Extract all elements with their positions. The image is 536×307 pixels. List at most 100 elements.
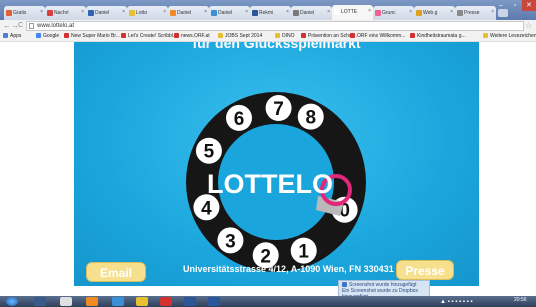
tab-5[interactable]: Daniel × [168, 6, 209, 20]
presse-button[interactable]: Presse [396, 260, 454, 280]
tab-close-icon[interactable]: × [245, 9, 248, 15]
tab-1[interactable]: Gratis × [4, 6, 45, 20]
bookmark-icon [275, 33, 280, 38]
tab-label: Daniel [218, 10, 233, 16]
logo-text: LOTTELO [207, 169, 333, 199]
tab-2[interactable]: Nachri × [45, 6, 86, 20]
tab-11[interactable]: Web.g × [414, 6, 455, 20]
taskbar-app-icon[interactable] [160, 297, 172, 306]
email-button[interactable]: Email [86, 262, 146, 282]
tab-label: Grunc [382, 10, 396, 16]
tab-favicon-icon [375, 10, 381, 16]
dial-number: 6 [234, 109, 245, 130]
bookmark-item[interactable]: ORF eins Willkomm... [350, 33, 405, 40]
dropbox-icon [342, 282, 347, 287]
bookmark-icon [350, 33, 355, 38]
tab-close-icon[interactable]: × [204, 9, 207, 15]
dropbox-notification[interactable]: Screenshot wurde hinzugefügt Ein Screens… [338, 280, 430, 300]
bookmark-star-icon[interactable]: ☆ [525, 21, 532, 30]
bookmark-item[interactable]: Weitere Lesezeichen [483, 33, 536, 40]
tab-favicon-icon [211, 10, 217, 16]
tab-close-icon[interactable]: × [122, 9, 125, 15]
bookmark-item[interactable]: Let's Create! Scribbl... [121, 33, 177, 40]
page-icon [29, 23, 34, 29]
tab-favicon-icon [416, 10, 422, 16]
bookmark-item[interactable]: New Super Mario Br... [64, 33, 120, 40]
url-text: www.lottelo.at [37, 23, 75, 29]
bookmark-item[interactable]: Apps [3, 33, 21, 40]
tab-close-icon[interactable]: × [327, 9, 330, 15]
tab-close-icon[interactable]: × [368, 8, 371, 14]
tab-12[interactable]: Presse × [455, 6, 496, 20]
bookmark-item[interactable]: Google [36, 33, 59, 40]
bookmark-icon [36, 33, 41, 38]
maximize-icon[interactable]: ▫ [508, 0, 522, 11]
bookmark-icon [64, 33, 69, 38]
tab-label: Daniel [300, 10, 315, 16]
bookmark-label: Weitere Lesezeichen [490, 33, 536, 39]
bookmark-label: Google [43, 33, 60, 39]
lottelo-dial-logo: 8765432 10 LOTTELO [186, 92, 366, 272]
tab-6[interactable]: Daniel × [209, 6, 250, 20]
bookmark-label: JOBS Sept 2014 [225, 33, 263, 39]
bookmark-item[interactable]: Prävention an Schul... [301, 33, 357, 40]
taskbar-word-icon[interactable] [208, 297, 220, 306]
bookmark-label: news.ORF.at [181, 33, 210, 39]
taskbar-media-icon[interactable] [34, 297, 46, 306]
tab-label: Lotto [136, 10, 148, 16]
bookmark-label: Apps [10, 33, 22, 39]
dial-number: 8 [305, 108, 316, 129]
taskbar-explorer-icon[interactable] [60, 297, 72, 306]
taskbar-ie-icon[interactable] [112, 297, 124, 306]
taskbar-chrome-icon[interactable] [136, 297, 148, 306]
tab-favicon-icon [252, 10, 258, 16]
tab-7[interactable]: Rekmi × [250, 6, 291, 20]
bookmark-icon [174, 33, 179, 38]
tab-close-icon[interactable]: × [450, 9, 453, 15]
bookmark-label: ORF eins Willkomm... [357, 33, 406, 39]
tab-close-icon[interactable]: × [286, 9, 289, 15]
tab-4[interactable]: Lotto × [127, 6, 168, 20]
tab-favicon-icon [6, 10, 12, 16]
bookmarks-bar: Apps Google New Super Mario Br... Let's Cre… [0, 32, 536, 42]
taskbar-firefox-icon[interactable] [86, 297, 98, 306]
tab-label: LOTTE [341, 9, 358, 15]
minimize-icon[interactable]: – [494, 0, 508, 11]
bookmark-icon [218, 33, 223, 38]
bookmark-label: New Super Mario Br... [71, 33, 120, 39]
tab-close-icon[interactable]: × [40, 9, 43, 15]
tab-8[interactable]: Daniel × [291, 6, 332, 20]
back-icon[interactable]: ← [3, 21, 11, 31]
tab-close-icon[interactable]: × [409, 9, 412, 15]
tab-9[interactable]: LOTTE × [332, 5, 373, 20]
bookmark-item[interactable]: news.ORF.at [174, 33, 210, 40]
tab-label: Presse [464, 10, 480, 16]
tab-label: Web.g [423, 10, 438, 16]
reload-icon[interactable]: C [18, 21, 23, 31]
bookmark-item[interactable]: Kindheitstraumata g... [410, 33, 466, 40]
bookmark-item[interactable]: DINO [275, 33, 295, 40]
dial-number: 4 [201, 198, 212, 219]
tab-label: Gratis [13, 10, 27, 16]
company-address: Universitätsstrasse 4/12, A-1090 Wien, F… [183, 264, 402, 274]
bookmark-item[interactable]: JOBS Sept 2014 [218, 33, 262, 40]
dial-number: 1 [298, 242, 309, 263]
tab-close-icon[interactable]: × [163, 9, 166, 15]
bookmark-label: Let's Create! Scribbl... [128, 33, 178, 39]
tray-icons[interactable]: ▲ ▪ ▪ ▪ ▪ ▪ ▪ ▪ [440, 299, 473, 305]
tab-label: Nachri [54, 10, 69, 16]
tab-favicon-icon [170, 10, 176, 16]
taskbar-skype-icon[interactable] [184, 297, 196, 306]
address-bar[interactable]: www.lottelo.at [26, 21, 524, 31]
bookmark-icon [410, 33, 415, 38]
tab-favicon-icon [334, 9, 340, 15]
close-window-icon[interactable]: ✕ [522, 0, 536, 11]
bookmark-icon [3, 33, 8, 38]
tab-favicon-icon [457, 10, 463, 16]
tab-3[interactable]: Daniel × [86, 6, 127, 20]
start-button-icon[interactable] [6, 297, 18, 306]
tab-10[interactable]: Grunc × [373, 6, 414, 20]
tab-label: Daniel [177, 10, 192, 16]
tab-close-icon[interactable]: × [81, 9, 84, 15]
bookmark-icon [121, 33, 126, 38]
